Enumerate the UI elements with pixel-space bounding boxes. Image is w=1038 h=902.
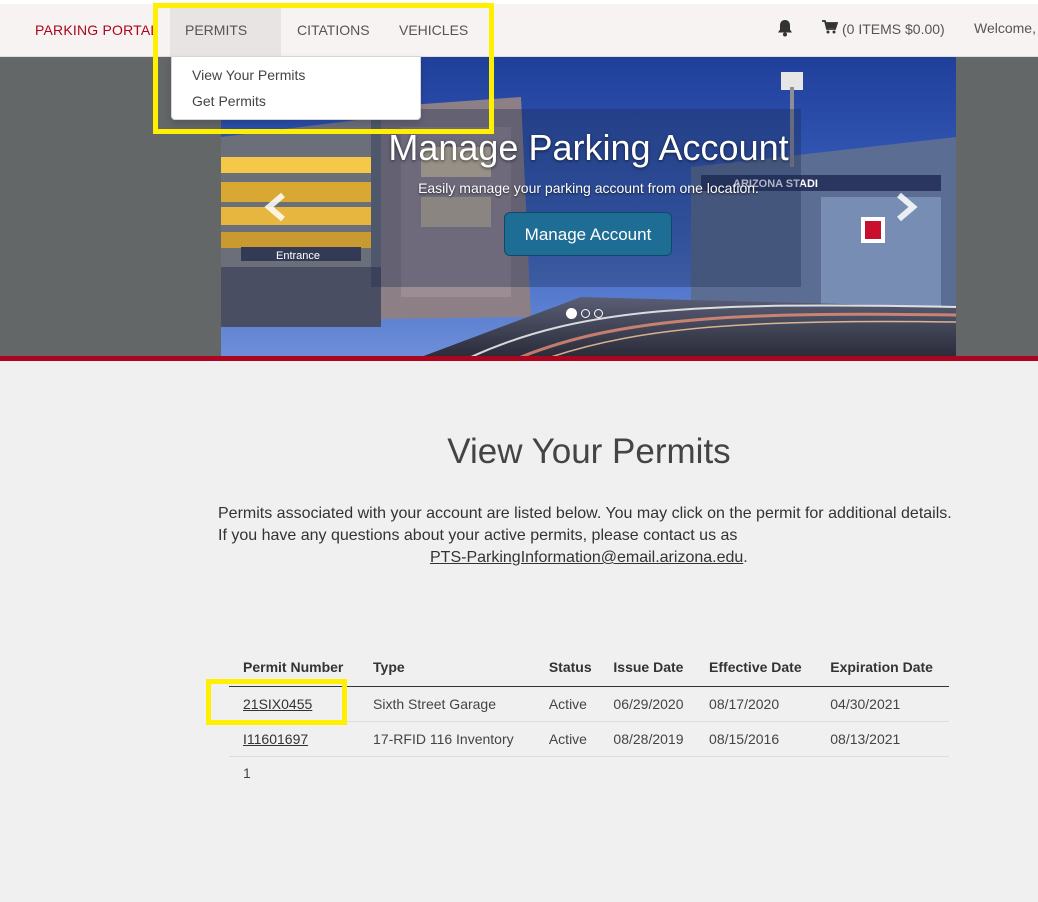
col-type[interactable]: Type — [359, 655, 535, 687]
cell-effective-date: 08/15/2016 — [695, 721, 817, 757]
cell-permit-number: 21SIX0455 — [229, 686, 360, 722]
carousel-dot-3[interactable] — [594, 309, 603, 318]
cell-issue-date: 08/28/2019 — [599, 721, 696, 757]
col-effective-date[interactable]: Effective Date — [695, 655, 817, 687]
cell-status: Active — [534, 721, 600, 757]
bell-icon[interactable] — [777, 19, 793, 42]
nav-permits[interactable]: PERMITS — [170, 4, 281, 87]
pagination-page-1[interactable]: 1 — [243, 765, 251, 781]
cell-type: Sixth Street Garage — [359, 686, 535, 722]
nav-citations-label: CITATIONS — [297, 22, 370, 38]
col-expiration-date[interactable]: Expiration Date — [816, 655, 949, 687]
welcome-user-menu[interactable]: Welcome, — [974, 20, 1036, 36]
cell-effective-date: 08/17/2020 — [695, 686, 817, 722]
intro-text: Permits associated with your account are… — [218, 503, 963, 569]
col-permit-number[interactable]: Permit Number — [229, 655, 360, 687]
page-title: View Your Permits — [447, 432, 731, 471]
nav-vehicles[interactable]: VEHICLES — [384, 4, 484, 56]
email-suffix: . — [743, 549, 748, 566]
cell-expiration-date: 04/30/2021 — [816, 686, 949, 722]
cell-type: 17-RFID 116 Inventory — [359, 721, 535, 757]
cart-link[interactable]: (0 ITEMS $0.00) — [822, 20, 945, 37]
col-status[interactable]: Status — [534, 655, 600, 687]
nav-citations[interactable]: CITATIONS — [282, 4, 384, 56]
cart-summary: (0 ITEMS $0.00) — [842, 20, 945, 37]
permit-link[interactable]: I11601697 — [243, 731, 308, 747]
menu-item-get-permits[interactable]: Get Permits — [192, 93, 266, 109]
permits-table: Permit Number Type Status Issue Date Eff… — [229, 655, 949, 757]
carousel-indicators — [566, 308, 603, 319]
intro-line-2: If you have any questions about your act… — [218, 527, 738, 544]
brand-link[interactable]: PARKING PORTAL — [35, 22, 158, 38]
menu-item-view-permits[interactable]: View Your Permits — [192, 67, 305, 83]
cell-expiration-date: 08/13/2021 — [816, 721, 949, 757]
entrance-sign: Entrance — [276, 250, 320, 262]
manage-account-button[interactable]: Manage Account — [504, 212, 672, 256]
hero-subtitle: Easily manage your parking account from … — [418, 180, 759, 196]
hero-title: Manage Parking Account — [221, 127, 956, 169]
cart-icon — [822, 20, 842, 37]
intro-line-3: PTS-ParkingInformation@email.arizona.edu… — [218, 547, 963, 569]
table-header-row: Permit Number Type Status Issue Date Eff… — [229, 655, 949, 687]
carousel-dot-1[interactable] — [566, 308, 577, 319]
carousel-prev-icon[interactable] — [263, 192, 289, 227]
carousel-next-icon[interactable] — [893, 192, 919, 227]
intro-line-1: Permits associated with your account are… — [218, 505, 952, 522]
col-issue-date[interactable]: Issue Date — [599, 655, 696, 687]
nav-permits-label: PERMITS — [185, 22, 248, 38]
cell-status: Active — [534, 686, 600, 722]
contact-email-link[interactable]: PTS-ParkingInformation@email.arizona.edu — [430, 549, 743, 566]
cell-issue-date: 06/29/2020 — [599, 686, 696, 722]
permits-dropdown-menu: View Your Permits Get Permits — [171, 56, 421, 120]
hero-title-text: Manage Parking Account — [388, 127, 789, 168]
top-navbar: PARKING PORTAL PERMITS CITATIONS VEHICLE… — [0, 0, 1038, 87]
table-row: I11601697 17-RFID 116 Inventory Active 0… — [229, 721, 949, 757]
nav-vehicles-label: VEHICLES — [399, 22, 469, 38]
permit-link[interactable]: 21SIX0455 — [243, 696, 312, 712]
table-row: 21SIX0455 Sixth Street Garage Active 06/… — [229, 686, 949, 722]
hero-divider — [0, 356, 1038, 361]
carousel-dot-2[interactable] — [581, 309, 590, 318]
cell-permit-number: I11601697 — [229, 721, 360, 757]
